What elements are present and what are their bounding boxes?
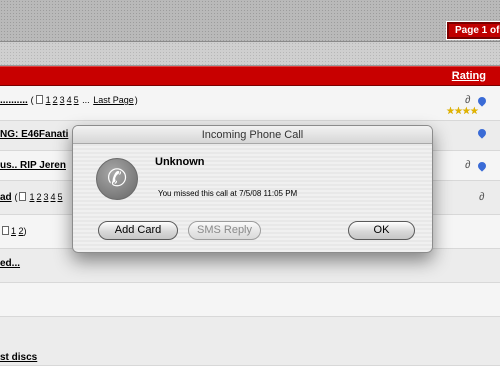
top-banner: Page 1 of 2 <box>0 0 500 42</box>
missed-call-message: You missed this call at 7/5/08 11:05 PM <box>158 189 298 198</box>
table-row <box>0 283 500 317</box>
thread-list-header: Rating <box>0 66 500 86</box>
thread-title[interactable]: st discs <box>0 352 37 363</box>
table-row: ed... <box>0 249 500 283</box>
thread-title[interactable]: ad (1 2 3 4 5 <box>0 192 64 203</box>
rating-column-header[interactable]: Rating <box>452 70 486 82</box>
multipage-icon <box>2 226 9 235</box>
sms-reply-button[interactable]: SMS Reply <box>188 221 261 240</box>
attachment-icon: ∂ <box>479 191 485 203</box>
attachment-icon: ∂ <box>465 159 471 171</box>
thread-pages[interactable]: 1 2) <box>0 226 27 236</box>
caller-name: Unknown <box>155 156 205 168</box>
rating-stars-icon: ★★★★ <box>446 106 479 117</box>
attachment-icon: ∂ <box>465 94 471 106</box>
sub-toolbar <box>0 42 500 66</box>
pin-icon <box>476 127 488 139</box>
incoming-call-dialog: Incoming Phone Call ✆ Unknown You missed… <box>72 125 433 253</box>
pin-icon <box>476 160 488 172</box>
pin-icon <box>476 95 488 107</box>
thread-title[interactable]: .......... (1 2 3 4 5 ... Last Page) <box>0 95 138 106</box>
multipage-icon <box>19 192 27 201</box>
dialog-title: Incoming Phone Call <box>73 126 432 144</box>
table-row: st discs <box>0 317 500 366</box>
thread-title[interactable]: ed... <box>0 258 20 269</box>
thread-title[interactable]: NG: E46Fanati <box>0 129 68 140</box>
ok-button[interactable]: OK <box>348 221 415 240</box>
multipage-icon <box>35 95 43 104</box>
table-row: .......... (1 2 3 4 5 ... Last Page) ∂ ★★★★ <box>0 86 500 121</box>
page-indicator[interactable]: Page 1 of 2 <box>446 21 500 40</box>
thread-title[interactable]: us.. RIP Jeren <box>0 160 66 171</box>
phone-icon: ✆ <box>96 158 138 200</box>
add-card-button[interactable]: Add Card <box>98 221 178 240</box>
